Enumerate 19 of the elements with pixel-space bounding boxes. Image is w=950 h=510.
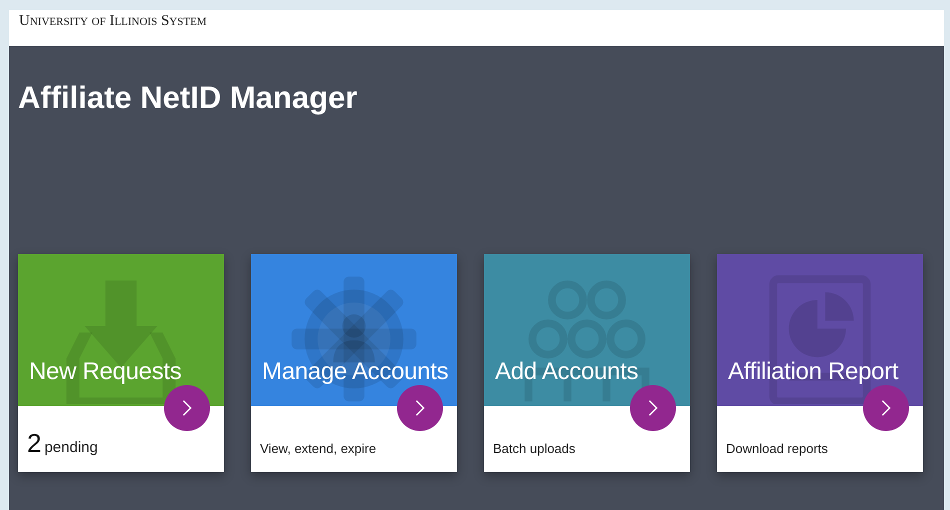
- tile-caption: View, extend, expire: [260, 441, 376, 456]
- page-title: Affiliate NetID Manager: [18, 80, 358, 116]
- pending-count: 2: [27, 430, 42, 456]
- tile-caption: Batch uploads: [493, 441, 576, 456]
- tile-card[interactable]: Add Accounts Batch uploads: [484, 254, 690, 472]
- next-button[interactable]: [397, 385, 443, 431]
- brand-wordmark: University of Illinois System: [19, 13, 207, 30]
- tile-caption: pending: [44, 439, 98, 456]
- tile-title: Manage Accounts: [262, 358, 448, 386]
- tile-card[interactable]: New Requests 2 pending: [18, 254, 224, 472]
- tile-card[interactable]: Affiliation Report Download reports: [717, 254, 923, 472]
- tile-card[interactable]: Manage Accounts View, extend, expire: [251, 254, 457, 472]
- next-button[interactable]: [863, 385, 909, 431]
- tile-title: Add Accounts: [495, 358, 638, 386]
- next-button[interactable]: [164, 385, 210, 431]
- tile-caption: Download reports: [726, 441, 828, 456]
- tile-title: New Requests: [29, 358, 182, 386]
- next-button[interactable]: [630, 385, 676, 431]
- tile-title: Affiliation Report: [728, 358, 898, 386]
